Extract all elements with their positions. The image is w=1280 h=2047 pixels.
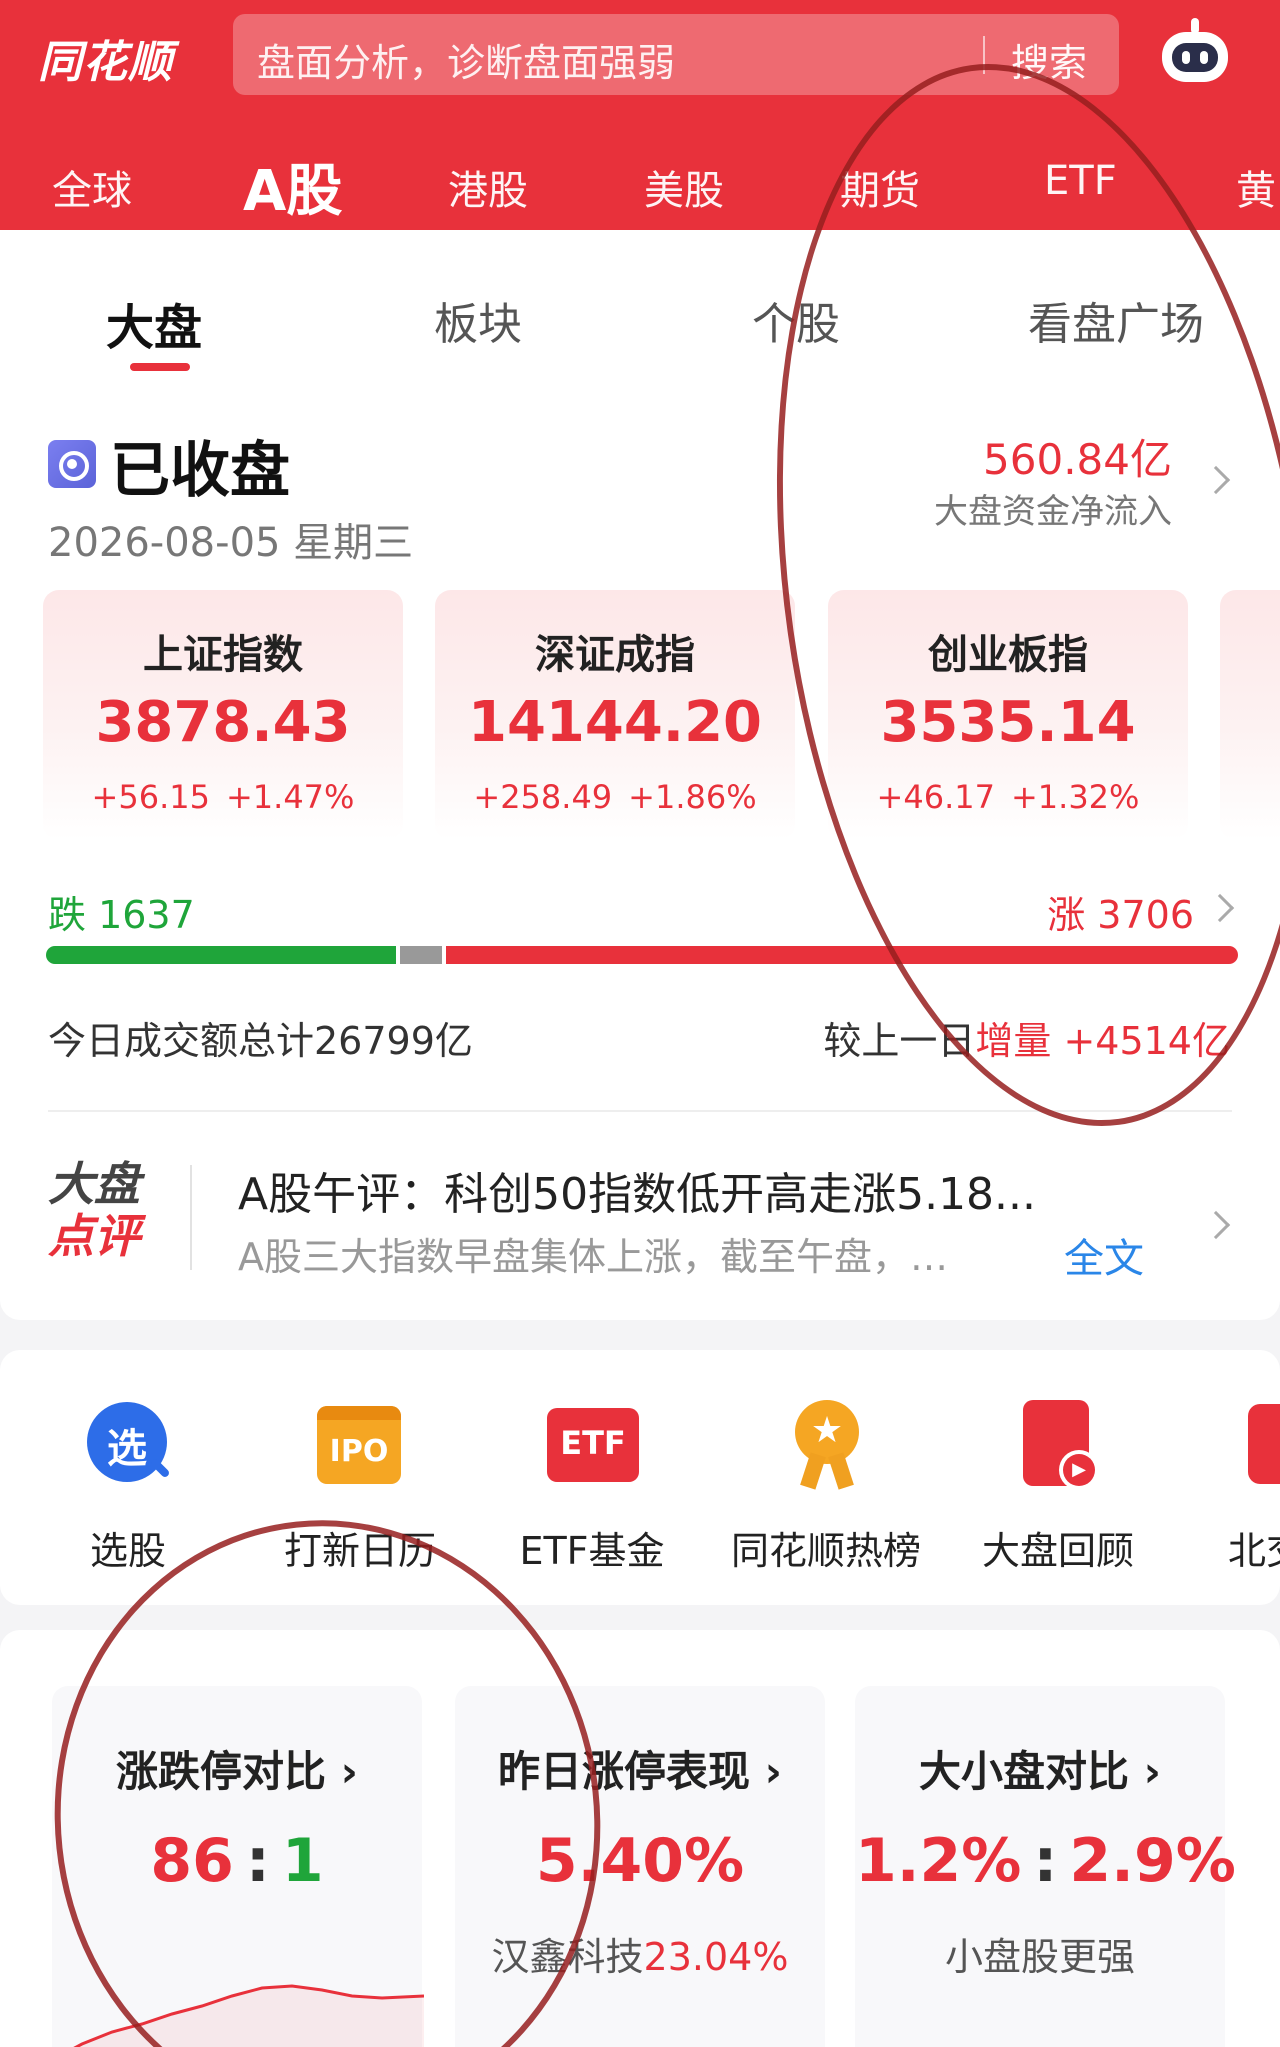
stat-title: 大小盘对比 ›	[919, 1747, 1161, 1796]
app-logo: 同花顺	[38, 37, 173, 88]
divider	[190, 1165, 192, 1270]
shortcut-label: 同花顺热榜	[730, 1529, 921, 1573]
tab-gold[interactable]: 黄	[1236, 158, 1276, 216]
decline-segment	[46, 946, 396, 964]
shortcut-label: ETF基金	[519, 1529, 665, 1573]
news-title[interactable]: A股午评：科创50指数低开高走涨5.18...	[238, 1158, 1138, 1222]
app-screen: { "header": { "logo": "同花顺", "search_pla…	[0, 0, 1280, 2047]
turnover-total: 今日成交额总计26799亿	[48, 1019, 473, 1063]
search-placeholder[interactable]: 盘面分析，诊断盘面强弱	[257, 32, 675, 87]
stat-sub: 小盘股更强	[944, 1935, 1135, 1979]
flat-segment	[399, 946, 442, 964]
tab-us-stocks[interactable]: 美股	[644, 158, 724, 216]
tab-hk-stocks[interactable]: 港股	[448, 158, 528, 216]
index-name: 深证成指	[535, 632, 695, 678]
tab-global[interactable]: 全球	[52, 158, 132, 216]
index-card-shanghai[interactable]: 上证指数 3878.43 +56.15 +1.47%	[43, 590, 403, 840]
shortcut-label: 北交	[1228, 1529, 1280, 1573]
index-change: +56.15 +1.47%	[91, 778, 355, 816]
market-status: 已收盘	[110, 436, 290, 506]
shortcut-label: 大盘回顾	[981, 1529, 1134, 1573]
tab-a-share[interactable]: A股	[243, 146, 342, 227]
read-full-link[interactable]: 全文	[1064, 1226, 1144, 1284]
etf-fund-icon: ETF	[547, 1400, 639, 1490]
hot-list-icon: ★	[781, 1400, 871, 1490]
ipo-calendar-icon: IPO	[315, 1400, 405, 1490]
chevron-right-icon[interactable]	[1201, 1210, 1231, 1240]
robot-icon[interactable]	[1158, 18, 1232, 84]
market-review-icon: ▶	[1013, 1400, 1103, 1490]
shortcut-bse[interactable]: 北交	[1200, 1400, 1280, 1575]
shortcut-market-review[interactable]: ▶ 大盘回顾	[948, 1400, 1168, 1575]
decliners-count: 跌 1637	[48, 893, 195, 937]
subtab-overview[interactable]: 大盘	[106, 288, 202, 358]
stock-picker-icon: 选	[83, 1400, 173, 1490]
shortcut-etf-fund[interactable]: ETF ETF基金	[482, 1400, 702, 1575]
trade-date: 2026-08-05 星期三	[48, 520, 414, 566]
news-summary[interactable]: A股三大指数早盘集体上涨，截至午盘，…	[238, 1226, 948, 1281]
active-tab-indicator	[130, 363, 190, 371]
bse-icon	[1248, 1400, 1280, 1490]
index-value: 14144.20	[467, 690, 763, 755]
index-value: 3878.43	[95, 690, 351, 755]
index-change: +258.49 +1.86%	[473, 778, 757, 816]
market-comment-logo: 大盘 点评	[48, 1157, 140, 1263]
stat-value: 1.2%:2.9%	[855, 1826, 1236, 1896]
subtab-sectors[interactable]: 板块	[434, 288, 522, 352]
index-name: 上证指数	[143, 632, 303, 678]
shortcut-hot-list[interactable]: ★ 同花顺热榜	[716, 1400, 936, 1575]
market-closed-icon	[48, 440, 96, 488]
stat-size-compare[interactable]: 大小盘对比 › 1.2%:2.9% 小盘股更强	[855, 1686, 1236, 2047]
index-card-shenzhen[interactable]: 深证成指 14144.20 +258.49 +1.86%	[435, 590, 795, 840]
